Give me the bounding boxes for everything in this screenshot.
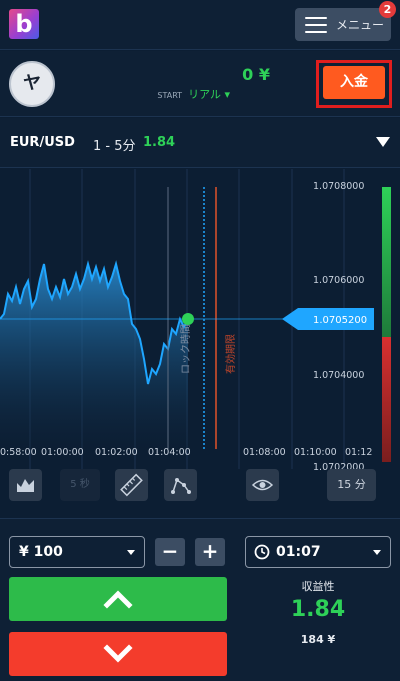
deposit-button[interactable]: 入金 bbox=[323, 66, 385, 99]
trade-panel: ¥ 100 − + 01:07 収益性 1.84 184 ¥ bbox=[0, 518, 400, 681]
asset-pair: EUR/USD bbox=[10, 135, 75, 150]
arrow-up-icon bbox=[103, 590, 133, 609]
ruler-icon bbox=[120, 473, 143, 497]
menu-label: メニュー bbox=[336, 18, 385, 32]
clock-icon bbox=[254, 544, 270, 560]
account-bar: ヤ 0 ¥ START リアル ▾ 入金 bbox=[0, 51, 400, 117]
asset-selector[interactable]: EUR/USD 1 - 5分 1.84 bbox=[0, 118, 400, 168]
account-type-label: リアル ▾ bbox=[188, 88, 230, 101]
menu-button[interactable]: メニュー 2 bbox=[295, 1, 396, 41]
timeframe-button[interactable]: 15 分 bbox=[327, 469, 376, 501]
time-label-1: 0:58:00 bbox=[0, 447, 37, 458]
time-label-4: 01:04:00 bbox=[148, 447, 191, 458]
area-chart-button[interactable] bbox=[9, 469, 42, 501]
profit-amount: 184 ¥ bbox=[300, 633, 336, 646]
sell-volume-bar bbox=[382, 337, 391, 462]
price-label-2: 1.0706000 bbox=[313, 275, 364, 286]
time-label-2: 01:00:00 bbox=[41, 447, 84, 458]
expiry-select[interactable]: 01:07 bbox=[245, 536, 391, 568]
eye-icon bbox=[251, 479, 274, 491]
hamburger-icon bbox=[305, 17, 327, 33]
amount-increase-button[interactable]: + bbox=[195, 538, 225, 566]
expiry-label: 有効期限 bbox=[224, 334, 237, 374]
amount-select[interactable]: ¥ 100 bbox=[9, 536, 145, 568]
time-label-3: 01:02:00 bbox=[95, 447, 138, 458]
avatar[interactable]: ヤ bbox=[9, 61, 55, 107]
chevron-down-icon bbox=[373, 550, 381, 555]
ruler-button[interactable] bbox=[115, 469, 148, 501]
price-label-1: 1.0708000 bbox=[313, 181, 364, 192]
amount-decrease-button[interactable]: − bbox=[155, 538, 185, 566]
draw-tool-button[interactable] bbox=[164, 469, 197, 501]
price-chart[interactable]: ロック時間 有効期限 1.0708000 1.0706000 1.0704000… bbox=[0, 169, 400, 514]
current-price-marker bbox=[182, 313, 194, 325]
current-price-value: 1.0705200 bbox=[313, 315, 367, 326]
profit-label: 収益性 bbox=[301, 580, 335, 593]
price-label-3: 1.0704000 bbox=[313, 370, 364, 381]
chart-canvas: ロック時間 有効期限 1.0708000 1.0706000 1.0704000… bbox=[0, 169, 391, 473]
brand-logo[interactable]: b bbox=[9, 9, 39, 39]
notification-badge: 2 bbox=[379, 1, 396, 18]
balance-amount: 0 ¥ bbox=[242, 65, 270, 84]
logo-letter: b bbox=[15, 10, 33, 38]
chevron-down-icon bbox=[127, 550, 135, 555]
dropdown-arrow-icon[interactable] bbox=[376, 137, 390, 147]
call-up-button[interactable] bbox=[9, 577, 227, 621]
asset-period: 1 - 5分 bbox=[93, 139, 136, 154]
put-down-button[interactable] bbox=[9, 632, 227, 676]
buy-volume-bar bbox=[382, 187, 391, 337]
timeframe-5s-button[interactable]: 5 秒 bbox=[60, 469, 100, 501]
area-chart-icon bbox=[17, 479, 34, 492]
polyline-icon bbox=[171, 478, 191, 494]
account-type-selector[interactable]: START リアル ▾ bbox=[140, 86, 230, 102]
profit-value: 1.84 bbox=[290, 597, 346, 622]
start-label: START bbox=[157, 91, 183, 100]
expiry-value: 01:07 bbox=[276, 544, 321, 560]
visibility-button[interactable] bbox=[246, 469, 279, 501]
arrow-down-icon bbox=[103, 644, 133, 663]
price-area bbox=[0, 264, 188, 449]
time-label-8: 01:12 bbox=[345, 447, 372, 458]
amount-value: ¥ 100 bbox=[19, 544, 63, 560]
asset-payout: 1.84 bbox=[143, 135, 176, 150]
avatar-letter: ヤ bbox=[23, 73, 41, 94]
top-bar: b メニュー 2 bbox=[0, 0, 400, 50]
time-label-7: 01:10:00 bbox=[294, 447, 337, 458]
time-label-6: 01:08:00 bbox=[243, 447, 286, 458]
lock-time-label: ロック時間 bbox=[180, 324, 192, 374]
